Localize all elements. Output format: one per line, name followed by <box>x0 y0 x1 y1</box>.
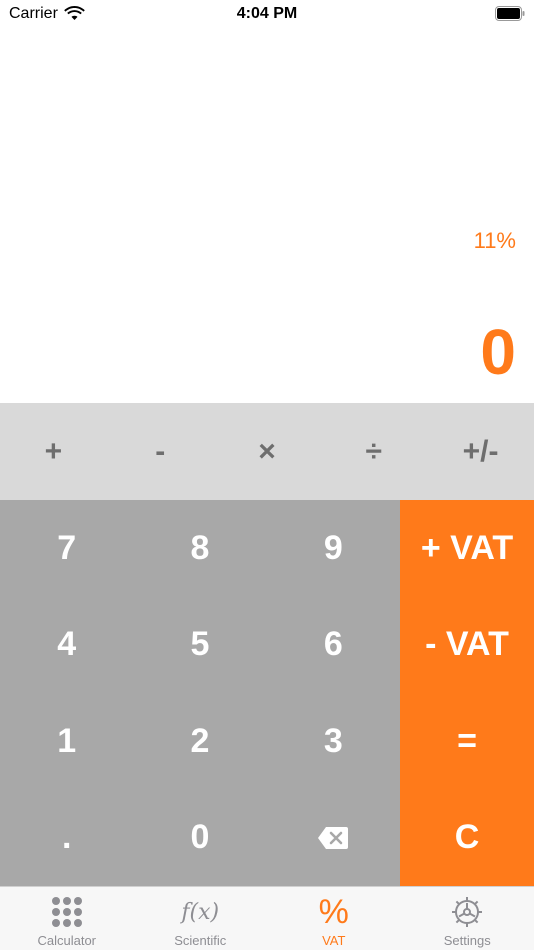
multiply-button[interactable]: × <box>214 403 321 500</box>
plus-button[interactable]: + <box>0 403 107 500</box>
tab-settings[interactable]: Settings <box>401 887 534 950</box>
minus-button[interactable]: - <box>107 403 214 500</box>
clear-button[interactable]: C <box>400 790 534 887</box>
battery-icon <box>495 6 525 21</box>
key-5[interactable]: 5 <box>133 597 266 694</box>
add-vat-button[interactable]: + VAT <box>400 500 534 597</box>
backspace-button[interactable] <box>267 790 400 887</box>
tab-scientific-label: Scientific <box>174 933 227 948</box>
clock: 4:04 PM <box>236 5 298 22</box>
remove-vat-button[interactable]: - VAT <box>400 597 534 694</box>
key-3[interactable]: 3 <box>267 693 400 790</box>
numeric-keypad: 7 8 9 4 5 6 1 2 3 . 0 <box>0 500 400 886</box>
key-4[interactable]: 4 <box>0 597 133 694</box>
equals-button[interactable]: = <box>400 693 534 790</box>
percent-icon: % <box>318 893 349 931</box>
keypad-grid-icon <box>50 895 84 929</box>
tab-bar: Calculator f(x) Scientific % VAT Setting… <box>0 886 534 950</box>
function-icon: f(x) <box>181 899 220 925</box>
divide-button[interactable]: ÷ <box>320 403 427 500</box>
key-decimal[interactable]: . <box>0 790 133 887</box>
tab-vat[interactable]: % VAT <box>267 887 401 950</box>
key-9[interactable]: 9 <box>267 500 400 597</box>
result-display: 0 <box>480 316 516 388</box>
tab-calculator-label: Calculator <box>37 933 97 948</box>
vat-rate-label: 11% <box>473 228 516 253</box>
display-area: 11% 0 <box>0 30 534 403</box>
key-8[interactable]: 8 <box>133 500 266 597</box>
status-bar: Carrier 4:04 PM <box>0 0 534 30</box>
gear-icon <box>450 895 484 929</box>
operator-row: + - × ÷ +/- <box>0 403 534 500</box>
tab-settings-label: Settings <box>443 933 491 948</box>
key-0[interactable]: 0 <box>133 790 266 887</box>
key-6[interactable]: 6 <box>267 597 400 694</box>
key-7[interactable]: 7 <box>0 500 133 597</box>
backspace-icon <box>318 826 349 849</box>
vat-actions-column: + VAT - VAT = C <box>400 500 534 886</box>
tab-calculator[interactable]: Calculator <box>0 887 134 950</box>
tab-scientific[interactable]: f(x) Scientific <box>134 887 268 950</box>
key-2[interactable]: 2 <box>133 693 266 790</box>
tab-vat-label: VAT <box>322 933 346 948</box>
sign-toggle-button[interactable]: +/- <box>427 403 534 500</box>
key-1[interactable]: 1 <box>0 693 133 790</box>
